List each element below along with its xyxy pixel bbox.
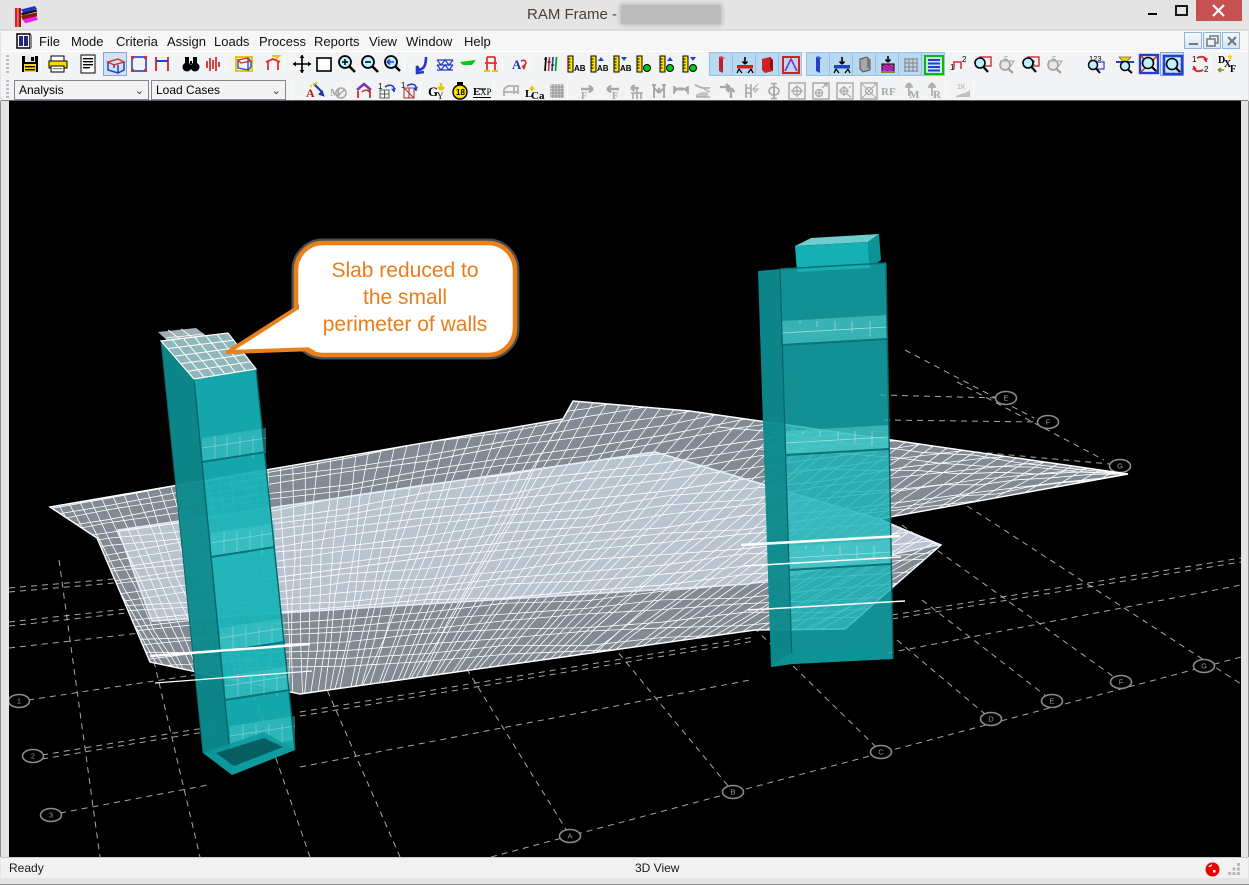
svg-text:E: E [1003,394,1008,403]
svg-text:F: F [1119,678,1124,687]
svg-text:3: 3 [49,811,53,820]
svg-text:2: 2 [1204,65,1209,74]
svg-text:F: F [1230,64,1236,75]
svg-text:E: E [1049,697,1054,706]
svg-text:2: 2 [962,55,967,64]
svg-text:1: 1 [1192,55,1197,64]
svg-text:18: 18 [456,88,465,97]
svg-text:A: A [512,57,522,72]
svg-text:perimeter of walls: perimeter of walls [323,313,488,336]
svg-text:the small: the small [363,286,447,309]
svg-text:D: D [988,715,994,724]
svg-text:1: 1 [17,697,21,706]
svg-text:G: G [1117,462,1123,471]
svg-text:A: A [567,832,572,841]
svg-text:G: G [1201,662,1207,671]
svg-text:B: B [730,788,735,797]
svg-text:AB: AB [574,64,586,73]
svg-text:C: C [878,748,884,757]
svg-text:AB: AB [597,64,609,73]
svg-text:1K: 1K [957,84,966,91]
svg-text:A: A [306,86,315,100]
svg-text:F: F [1046,418,1051,427]
svg-text:Slab reduced to: Slab reduced to [331,259,478,282]
svg-text:RF: RF [881,86,896,98]
svg-text:2: 2 [31,752,35,761]
svg-text:AB: AB [620,64,632,73]
